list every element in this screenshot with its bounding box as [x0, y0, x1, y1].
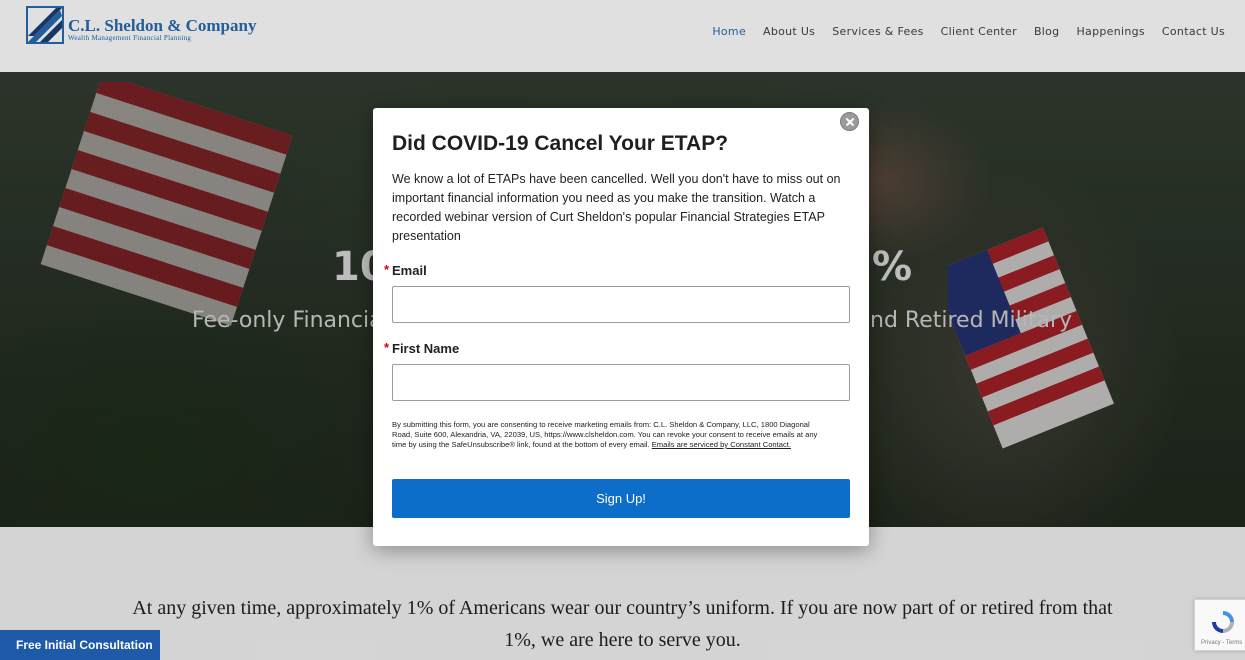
modal-title: Did COVID-19 Cancel Your ETAP? — [392, 132, 729, 155]
first-name-field[interactable] — [392, 364, 850, 401]
recaptcha-links[interactable]: Privacy - Terms — [1201, 640, 1242, 646]
close-icon[interactable] — [840, 112, 859, 131]
first-name-label: First Name — [392, 341, 460, 356]
email-field[interactable] — [392, 286, 850, 323]
email-label: Email — [392, 263, 427, 278]
modal-description: We know a lot of ETAPs have been cancell… — [392, 172, 841, 243]
recaptcha-badge[interactable]: Privacy - Terms — [1194, 599, 1245, 651]
required-marker: * — [384, 340, 390, 355]
consent-text: By submitting this form, you are consent… — [392, 420, 832, 450]
recaptcha-icon — [1212, 611, 1234, 633]
sign-up-button[interactable]: Sign Up! — [392, 479, 850, 518]
free-consultation-tab[interactable]: Free Initial Consultation — [0, 630, 160, 660]
constant-contact-link[interactable]: Emails are serviced by Constant Contact. — [652, 440, 791, 449]
required-marker: * — [384, 262, 390, 277]
signup-modal: Did COVID-19 Cancel Your ETAP? We know a… — [373, 108, 869, 546]
